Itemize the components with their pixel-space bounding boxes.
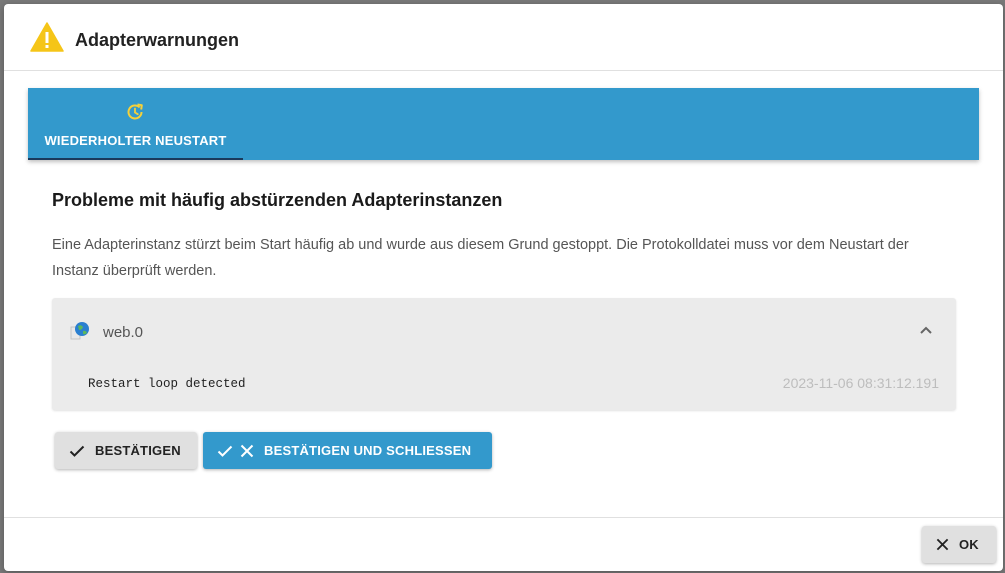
chevron-up-icon[interactable] bbox=[919, 325, 933, 335]
dialog-footer bbox=[4, 517, 1003, 571]
ok-label: OK bbox=[959, 537, 979, 552]
section-description: Eine Adapterinstanz stürzt beim Start hä… bbox=[52, 237, 909, 279]
confirm-label: BESTÄTIGEN bbox=[95, 443, 181, 458]
instance-name: web.0 bbox=[103, 324, 144, 341]
restart-clock-icon bbox=[127, 103, 143, 120]
tab-label: WIEDERHOLTER NEUSTART bbox=[44, 133, 227, 148]
confirm-button[interactable]: BESTÄTIGEN bbox=[55, 432, 197, 469]
instance-accordion[interactable]: web.0 Restart loop detected 2023-11-06 0… bbox=[52, 298, 956, 410]
close-icon bbox=[936, 538, 949, 551]
tab-indicator bbox=[28, 158, 243, 160]
section-title: Probleme mit häufig abstürzenden Adapter… bbox=[52, 190, 503, 210]
close-icon bbox=[240, 444, 254, 457]
web-adapter-icon bbox=[70, 322, 89, 340]
dialog-header: Adapterwarnungen bbox=[4, 4, 1003, 71]
dialog-title: Adapterwarnungen bbox=[75, 30, 240, 50]
instance-message: Restart loop detected bbox=[88, 377, 246, 391]
confirm-close-label: BESTÄTIGEN UND SCHLIESSEN bbox=[264, 443, 472, 458]
check-icon bbox=[217, 445, 233, 457]
tab-repeated-restart[interactable]: WIEDERHOLTER NEUSTART bbox=[28, 88, 243, 160]
adapter-warnings-dialog: Adapterwarnungen WIEDERHOLTER NEUSTART P… bbox=[4, 4, 1003, 571]
instance-timestamp: 2023-11-06 08:31:12.191 bbox=[782, 375, 939, 391]
ok-button[interactable]: OK bbox=[922, 526, 996, 563]
confirm-and-close-button[interactable]: BESTÄTIGEN UND SCHLIESSEN bbox=[203, 432, 492, 469]
warning-triangle-icon bbox=[30, 22, 64, 52]
tab-bar: WIEDERHOLTER NEUSTART bbox=[28, 88, 979, 160]
check-icon bbox=[69, 445, 85, 457]
